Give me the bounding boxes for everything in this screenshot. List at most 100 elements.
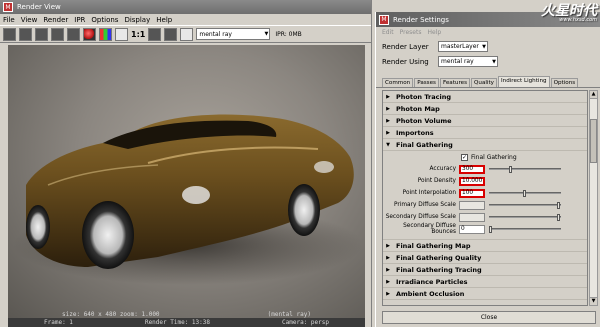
expand-arrow-icon: ▶ bbox=[386, 254, 390, 261]
render-info-line2: Frame: 1 Render Time: 13:38 Camera: pers… bbox=[8, 318, 365, 327]
render-view-toolbar: 1:1 mental ray IPR: 0MB bbox=[0, 25, 371, 43]
render-size-info: size: 640 x 480 zoom: 1.000 bbox=[62, 311, 160, 318]
renderer-dropdown[interactable]: mental ray bbox=[196, 28, 271, 40]
render-info-line1: size: 640 x 480 zoom: 1.000 (mental ray) bbox=[8, 311, 365, 318]
section-irradiance-particles[interactable]: ▶ Irradiance Particles bbox=[383, 276, 587, 288]
render-canvas[interactable] bbox=[8, 45, 365, 319]
menu-ipr[interactable]: IPR bbox=[74, 16, 85, 24]
secondary-diffuse-bounces-field[interactable]: 0 bbox=[459, 224, 485, 234]
menu-file[interactable]: File bbox=[3, 16, 15, 24]
slider-knob[interactable] bbox=[557, 202, 560, 209]
secondary-diffuse-scale-swatch[interactable] bbox=[459, 212, 485, 222]
attr-label: Point Interpolation bbox=[402, 190, 456, 196]
close-button[interactable]: Close bbox=[382, 311, 596, 324]
section-label: Final Gathering bbox=[396, 140, 453, 149]
region-render-icon[interactable] bbox=[51, 27, 64, 41]
primary-diffuse-scale-slider[interactable] bbox=[489, 202, 561, 209]
attr-secondary-diffuse-bounces: Secondary Diffuse Bounces 0 bbox=[383, 223, 587, 235]
settings-tabs: Common Passes Features Quality Indirect … bbox=[376, 76, 600, 88]
maya-icon: M bbox=[379, 14, 389, 25]
final-gathering-checkbox-row: ✓ Final Gathering bbox=[383, 151, 587, 163]
attribute-panel: ▶ Photon Tracing ▶ Photon Map ▶ Photon Volu… bbox=[382, 90, 588, 306]
ratio-button[interactable]: 1:1 bbox=[131, 30, 145, 39]
maya-icon: M bbox=[3, 2, 13, 12]
ipr-render-icon[interactable] bbox=[19, 27, 32, 41]
attr-label: Accuracy bbox=[429, 166, 456, 172]
section-ambient-occlusion[interactable]: ▶ Ambient Occlusion bbox=[383, 288, 587, 300]
render-time-info: Render Time: 13:38 bbox=[144, 319, 210, 326]
render-view-window: M Render View File View Render IPR Optio… bbox=[0, 0, 372, 327]
attr-point-density: Point Density 10.000 bbox=[383, 175, 587, 187]
menu-help[interactable]: Help bbox=[427, 29, 441, 36]
final-gathering-checkbox[interactable]: ✓ bbox=[461, 153, 468, 161]
slider-knob[interactable] bbox=[523, 190, 526, 197]
render-settings-title: Render Settings bbox=[393, 15, 449, 24]
attr-accuracy: Accuracy 300 bbox=[383, 163, 587, 175]
frame-info: Frame: 1 bbox=[44, 319, 73, 326]
render-settings-menubar: Edit Presets Help bbox=[376, 27, 600, 38]
menu-display[interactable]: Display bbox=[124, 16, 150, 24]
section-label: Final Gathering Tracing bbox=[396, 265, 482, 274]
secondary-diffuse-bounces-slider[interactable] bbox=[489, 226, 561, 233]
section-importons[interactable]: ▶ Importons bbox=[383, 127, 587, 139]
section-final-gathering-quality[interactable]: ▶ Final Gathering Quality bbox=[383, 252, 587, 264]
point-interpolation-field[interactable]: 100 bbox=[459, 188, 485, 198]
section-photon-tracing[interactable]: ▶ Photon Tracing bbox=[383, 91, 587, 103]
redo-render-icon[interactable] bbox=[3, 27, 16, 41]
scroll-thumb[interactable] bbox=[590, 119, 597, 163]
primary-diffuse-scale-swatch[interactable] bbox=[459, 200, 485, 210]
expand-arrow-icon: ▶ bbox=[386, 266, 390, 273]
remove-image-icon[interactable] bbox=[83, 27, 96, 41]
render-view-titlebar[interactable]: M Render View bbox=[0, 0, 371, 14]
menu-options[interactable]: Options bbox=[91, 16, 118, 24]
alpha-channel-icon[interactable] bbox=[115, 27, 128, 41]
render-view-title: Render View bbox=[17, 3, 61, 11]
tab-common[interactable]: Common bbox=[382, 78, 414, 87]
section-final-gathering-tracing[interactable]: ▶ Final Gathering Tracing bbox=[383, 264, 587, 276]
section-label: Photon Tracing bbox=[396, 92, 451, 101]
tab-options[interactable]: Options bbox=[550, 78, 579, 87]
render-using-dropdown[interactable]: mental ray bbox=[438, 56, 498, 67]
render-settings-icon[interactable] bbox=[180, 27, 194, 41]
menu-presets[interactable]: Presets bbox=[400, 29, 422, 36]
snapshot-icon[interactable] bbox=[35, 27, 48, 41]
scroll-down-arrow-icon[interactable]: ▼ bbox=[590, 297, 597, 305]
slider-knob[interactable] bbox=[557, 214, 560, 221]
secondary-diffuse-scale-slider[interactable] bbox=[489, 214, 561, 221]
section-label: Importons bbox=[396, 128, 434, 137]
menu-help[interactable]: Help bbox=[156, 16, 172, 24]
menu-edit[interactable]: Edit bbox=[382, 29, 394, 36]
scroll-up-arrow-icon[interactable]: ▲ bbox=[590, 91, 597, 99]
section-photon-map[interactable]: ▶ Photon Map bbox=[383, 103, 587, 115]
ipr-status: IPR: 0MB bbox=[275, 30, 302, 38]
accuracy-field[interactable]: 300 bbox=[459, 164, 485, 174]
menu-view[interactable]: View bbox=[21, 16, 38, 24]
slider-knob[interactable] bbox=[489, 226, 492, 233]
point-density-field[interactable]: 10.000 bbox=[459, 176, 485, 186]
expand-arrow-icon: ▶ bbox=[386, 242, 390, 249]
keep-image-icon[interactable] bbox=[67, 27, 80, 41]
rendered-car-image bbox=[13, 114, 363, 285]
section-final-gathering-map[interactable]: ▶ Final Gathering Map bbox=[383, 240, 587, 252]
section-final-gathering[interactable]: ▼ Final Gathering bbox=[383, 139, 587, 151]
tab-features[interactable]: Features bbox=[439, 78, 470, 87]
exposure-icon[interactable] bbox=[164, 27, 178, 41]
slider-knob[interactable] bbox=[508, 166, 512, 173]
expand-arrow-icon: ▶ bbox=[386, 278, 390, 285]
tab-indirect-lighting[interactable]: Indirect Lighting bbox=[498, 76, 550, 87]
section-photon-volume[interactable]: ▶ Photon Volume bbox=[383, 115, 587, 127]
menu-render[interactable]: Render bbox=[43, 16, 68, 24]
accuracy-slider[interactable] bbox=[489, 166, 561, 173]
section-label: Final Gathering Map bbox=[396, 241, 471, 250]
section-label: Irradiance Particles bbox=[396, 277, 468, 286]
tab-passes[interactable]: Passes bbox=[414, 78, 439, 87]
expand-arrow-icon: ▶ bbox=[386, 290, 390, 297]
point-interpolation-slider[interactable] bbox=[489, 190, 561, 197]
attr-point-interpolation: Point Interpolation 100 bbox=[383, 187, 587, 199]
render-layer-dropdown[interactable]: masterLayer bbox=[438, 41, 488, 52]
attribute-scrollbar[interactable]: ▲ ▼ bbox=[589, 90, 598, 306]
section-label: Photon Map bbox=[396, 104, 440, 113]
tab-quality[interactable]: Quality bbox=[471, 78, 497, 87]
rgb-channels-icon[interactable] bbox=[99, 27, 112, 41]
camera-icon[interactable] bbox=[148, 27, 162, 41]
